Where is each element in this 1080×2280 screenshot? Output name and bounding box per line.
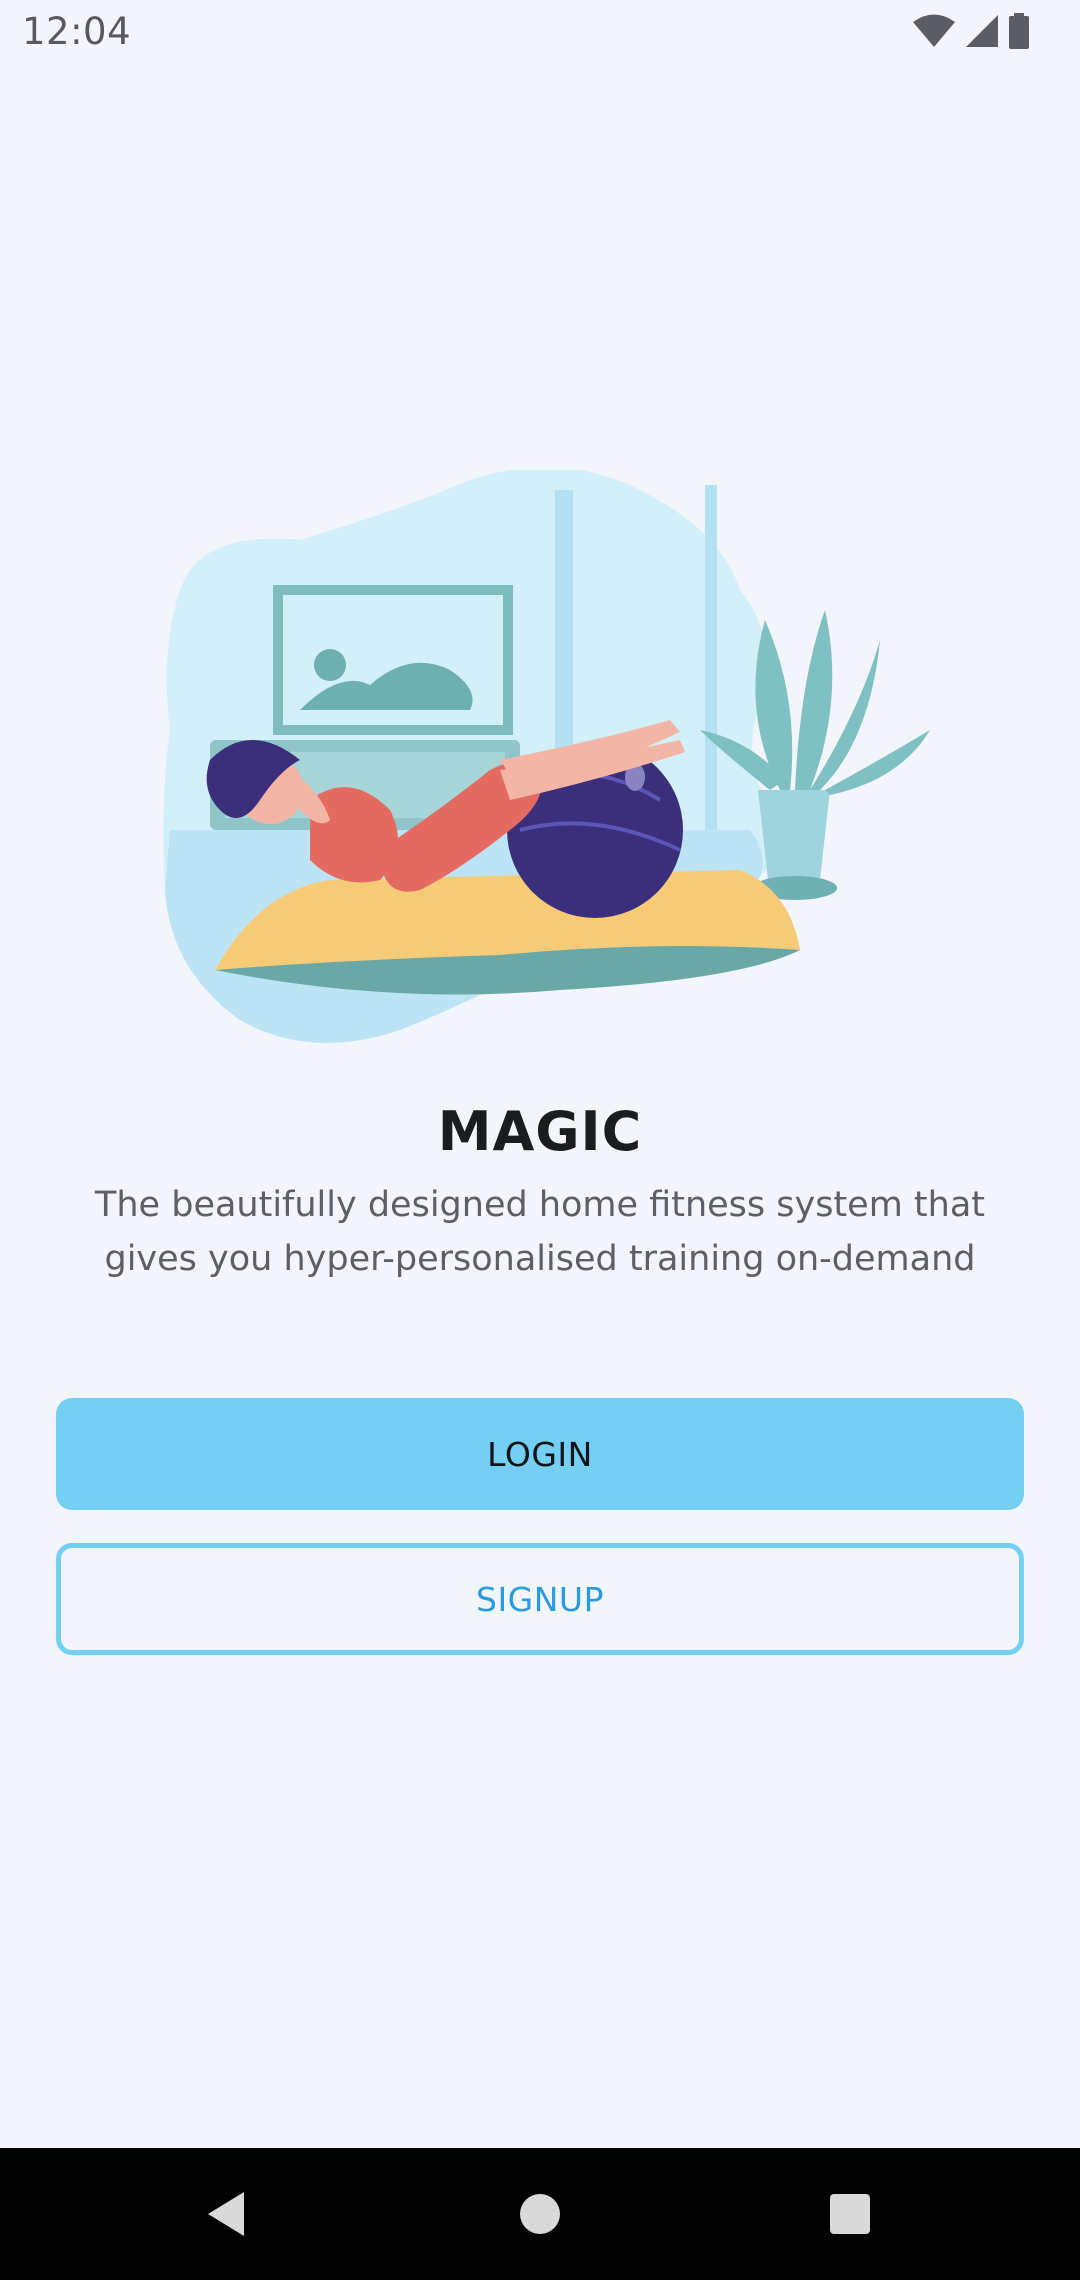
wifi-icon bbox=[912, 13, 956, 53]
system-nav-bar bbox=[0, 2148, 1080, 2280]
app-title: MAGIC bbox=[437, 1100, 643, 1163]
woman-exercise-ball-illustration bbox=[140, 467, 940, 1070]
status-icons bbox=[912, 13, 1030, 53]
status-time: 12:04 bbox=[22, 10, 132, 53]
signup-button[interactable]: SIGNUP bbox=[56, 1543, 1024, 1655]
login-button-label: LOGIN bbox=[487, 1434, 593, 1474]
back-triangle-icon[interactable] bbox=[196, 2184, 256, 2244]
login-button[interactable]: LOGIN bbox=[56, 1398, 1024, 1510]
recents-square-icon[interactable] bbox=[820, 2184, 880, 2244]
signup-button-label: SIGNUP bbox=[476, 1579, 604, 1619]
status-bar: 12:04 bbox=[0, 0, 1080, 66]
app-subtitle: The beautifully designed home fitness sy… bbox=[95, 1185, 985, 1279]
welcome-screen: 12:04 MAGIC The beautifully designed hom… bbox=[0, 0, 1080, 2280]
cell-signal-icon bbox=[964, 13, 1000, 53]
battery-icon bbox=[1008, 13, 1030, 53]
home-circle-icon[interactable] bbox=[510, 2184, 570, 2244]
